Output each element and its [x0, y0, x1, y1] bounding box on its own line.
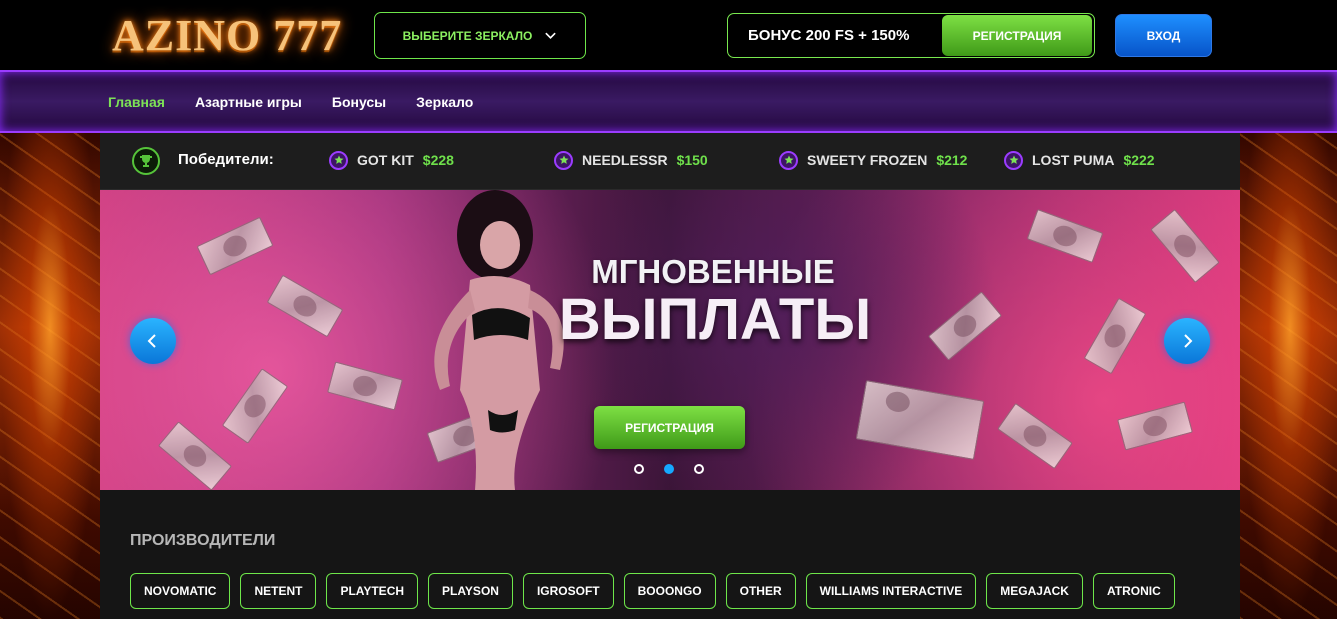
bonus-box: БОНУС 200 FS + 150% РЕГИСТРАЦИЯ — [727, 13, 1095, 58]
provider-netent[interactable]: NETENT — [240, 573, 317, 609]
select-mirror-label: ВЫБЕРИТЕ ЗЕРКАЛО — [402, 28, 533, 43]
winner-amount: $222 — [1123, 152, 1155, 168]
winner-amount: $212 — [936, 152, 968, 168]
winners-strip: Победители: GOT KIT $228 NEEDLESSR $150 … — [100, 133, 1240, 190]
winner-item: NEEDLESSR $150 — [554, 133, 708, 187]
winner-name: SWEETY FROZEN — [807, 152, 928, 168]
banknote-image — [1026, 208, 1104, 264]
banknote-image — [327, 361, 403, 411]
select-mirror-button[interactable]: ВЫБЕРИТЕ ЗЕРКАЛО — [374, 12, 586, 59]
winner-name: LOST PUMA — [1032, 152, 1115, 168]
banknote-image — [1150, 208, 1220, 284]
fire-background-right — [1240, 133, 1337, 619]
trophy-icon — [132, 147, 160, 175]
winner-item: SWEETY FROZEN $212 — [779, 133, 967, 187]
provider-playson[interactable]: PLAYSON — [428, 573, 513, 609]
provider-atronic[interactable]: ATRONIC — [1092, 573, 1175, 609]
winners-label: Победители: — [178, 151, 274, 168]
provider-megajack[interactable]: MEGAJACK — [986, 573, 1083, 609]
slider-next-button[interactable] — [1164, 318, 1210, 364]
banknote-image — [927, 291, 1003, 361]
top-header: AZINO 777 ВЫБЕРИТЕ ЗЕРКАЛО БОНУС 200 FS … — [0, 0, 1337, 70]
winner-item: GOT KIT $228 — [329, 133, 454, 187]
provider-booongo[interactable]: BOOONGO — [623, 573, 716, 609]
providers-section: ПРОИЗВОДИТЕЛИ NOVOMATIC NETENT PLAYTECH … — [100, 490, 1240, 619]
nav-item-games[interactable]: Азартные игры — [195, 94, 302, 110]
banknote-image — [266, 274, 344, 338]
nav-item-bonuses[interactable]: Бонусы — [332, 94, 386, 110]
provider-igrosoft[interactable]: IGROSOFT — [522, 573, 614, 609]
star-icon — [554, 150, 573, 170]
main-nav: Главная Азартные игры Бонусы Зеркало — [0, 70, 1337, 133]
banknote-image — [221, 368, 289, 444]
logo[interactable]: AZINO 777 — [112, 10, 342, 61]
nav-item-mirror[interactable]: Зеркало — [416, 94, 473, 110]
slider-dots — [634, 464, 704, 474]
banknote-image — [157, 421, 233, 490]
provider-novomatic[interactable]: NOVOMATIC — [130, 573, 231, 609]
winner-name: NEEDLESSR — [582, 152, 668, 168]
nav-item-home[interactable]: Главная — [108, 94, 165, 110]
provider-other[interactable]: OTHER — [725, 573, 796, 609]
winner-amount: $150 — [676, 152, 708, 168]
winner-amount: $228 — [422, 152, 454, 168]
bonus-text: БОНУС 200 FS + 150% — [748, 27, 910, 44]
star-icon — [329, 150, 348, 170]
banner-title-line2: ВЫПЛАТЫ — [558, 287, 872, 352]
banknote-image — [997, 402, 1073, 470]
login-button[interactable]: ВХОД — [1115, 14, 1212, 57]
winner-item: LOST PUMA $222 — [1004, 133, 1155, 187]
banknote-image — [196, 216, 274, 276]
slider-prev-button[interactable] — [130, 318, 176, 364]
providers-list: NOVOMATIC NETENT PLAYTECH PLAYSON IGROSO… — [130, 573, 1175, 609]
fire-background-left — [0, 133, 100, 619]
banner-register-button[interactable]: РЕГИСТРАЦИЯ — [594, 406, 745, 449]
banknote-image — [855, 380, 985, 460]
promo-banner: МГНОВЕННЫЕ ВЫПЛАТЫ РЕГИСТРАЦИЯ — [100, 190, 1240, 490]
chevron-right-icon — [1184, 334, 1193, 348]
chevron-down-icon — [545, 32, 557, 40]
star-icon — [779, 150, 798, 170]
chevron-left-icon — [147, 334, 156, 348]
slider-dot-2[interactable] — [664, 464, 674, 474]
provider-williams-interactive[interactable]: WILLIAMS INTERACTIVE — [805, 573, 977, 609]
register-button[interactable]: РЕГИСТРАЦИЯ — [942, 15, 1092, 56]
providers-title: ПРОИЗВОДИТЕЛИ — [130, 532, 276, 549]
provider-playtech[interactable]: PLAYTECH — [326, 573, 419, 609]
star-icon — [1004, 150, 1023, 170]
winner-name: GOT KIT — [357, 152, 414, 168]
banknote-image — [1083, 297, 1147, 375]
slider-dot-3[interactable] — [694, 464, 704, 474]
banknote-image — [1117, 401, 1193, 451]
slider-dot-1[interactable] — [634, 464, 644, 474]
